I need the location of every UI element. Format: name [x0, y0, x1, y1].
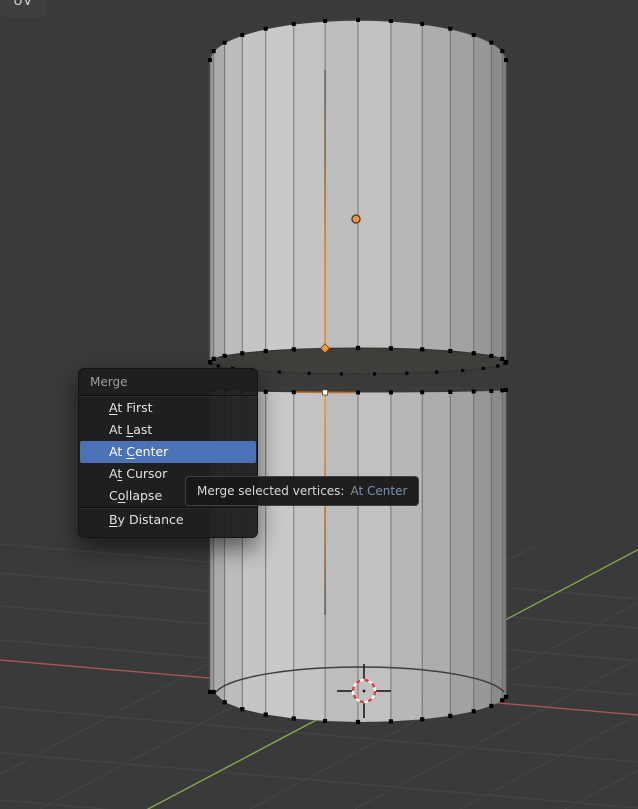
menu-item-at-first[interactable]: At First: [80, 397, 256, 419]
active-vertex: [322, 389, 329, 396]
header-menu-uv-label: UV: [13, 0, 33, 9]
object-origin-dot: [351, 214, 361, 224]
cylinder-top-half: [209, 19, 507, 363]
status-tooltip: Merge selected vertices: At Center: [185, 476, 420, 506]
header-menu-uv[interactable]: UV: [0, 0, 46, 17]
menu-item-by-distance[interactable]: By Distance: [80, 509, 256, 531]
menu-title: Merge: [90, 375, 128, 389]
merge-context-menu: Merge At First At Last At Center At Curs…: [78, 368, 258, 538]
menu-item-at-center[interactable]: At Center: [80, 441, 256, 463]
menu-item-at-last[interactable]: At Last: [80, 419, 256, 441]
blender-3d-viewport: { "header_chip": { "label": "UV" }, "men…: [0, 0, 638, 809]
tooltip-value: At Center: [350, 484, 408, 498]
tooltip-label: Merge selected vertices:: [197, 484, 345, 498]
